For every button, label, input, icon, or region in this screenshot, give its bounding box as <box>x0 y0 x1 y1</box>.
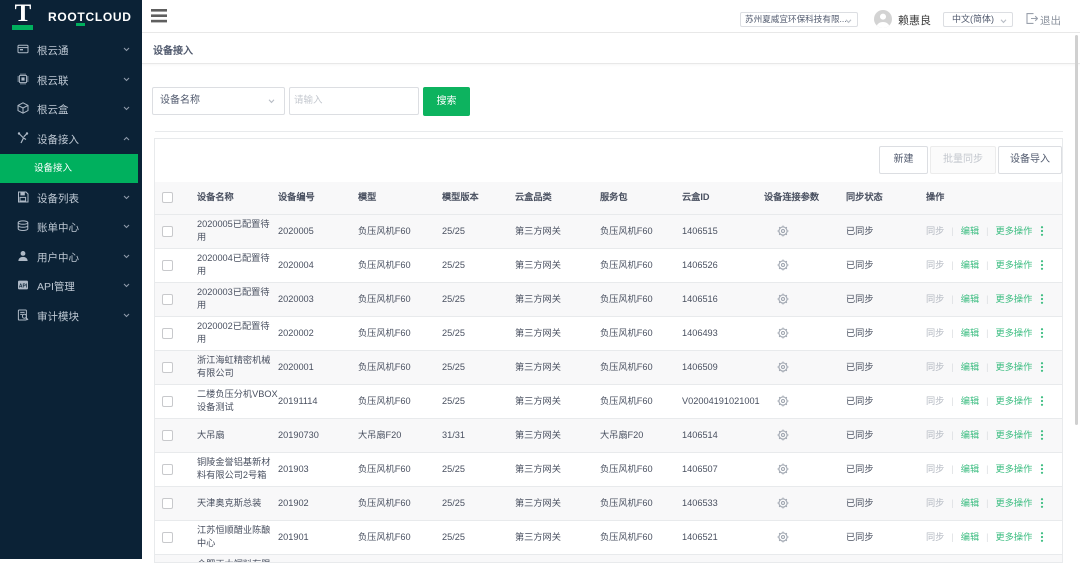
svg-text:API: API <box>19 283 28 289</box>
